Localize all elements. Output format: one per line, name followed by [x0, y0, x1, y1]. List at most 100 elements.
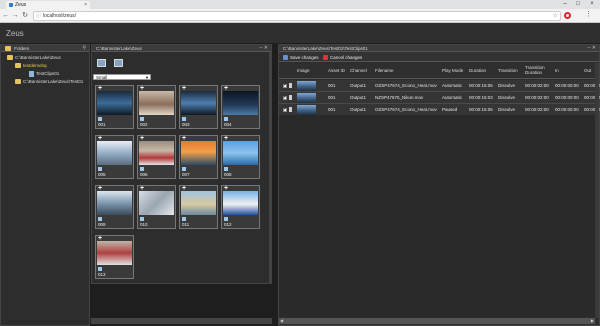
- thumbnail-size-select[interactable]: Small ▼: [93, 74, 151, 80]
- clip-card[interactable]: +005: [95, 135, 134, 179]
- row-thumbnail: [297, 81, 316, 91]
- clip-row[interactable]: 001 Output1 OZSP47674_Econo_Heat.mov Automa…: [279, 80, 600, 92]
- row-thumbnail: [297, 105, 316, 115]
- window-maximize-button[interactable]: □: [573, 0, 583, 9]
- library-horizontal-scrollbar[interactable]: [91, 318, 272, 324]
- cancel-icon: [323, 55, 328, 60]
- document-icon: [29, 70, 34, 77]
- row-checkbox[interactable]: [283, 82, 287, 88]
- tree-item-testclips01[interactable]: TestClips01: [29, 70, 59, 78]
- row-checkbox[interactable]: [283, 106, 287, 112]
- col-duration[interactable]: Duration: [469, 68, 486, 73]
- col-filename[interactable]: Filename: [375, 68, 394, 73]
- image-type-icon: [140, 117, 144, 121]
- clip-number: 013: [98, 272, 106, 277]
- col-play-mode[interactable]: Play Mode: [442, 68, 463, 73]
- pin-icon[interactable]: ⚲: [82, 45, 86, 52]
- clip-card[interactable]: +002: [137, 85, 176, 129]
- clip-card[interactable]: +010: [137, 185, 176, 229]
- cell-channel: Output1: [350, 95, 367, 100]
- delete-icon[interactable]: [289, 83, 292, 88]
- folder-icon: [15, 63, 21, 69]
- clip-card[interactable]: +007: [179, 135, 218, 179]
- scroll-left-icon[interactable]: ◀: [280, 318, 283, 324]
- cell-transition: Dissolve: [498, 95, 516, 100]
- library-scrollbar[interactable]: [269, 52, 272, 284]
- tree-item-zeus-root[interactable]: C:\BannisterLake\Zeus: [7, 54, 61, 62]
- clip-card[interactable]: +012: [221, 185, 260, 229]
- clip-card[interactable]: +003: [179, 85, 218, 129]
- row-checkbox[interactable]: [283, 94, 287, 100]
- window-minimize-button[interactable]: –: [560, 0, 570, 9]
- cell-mode: Automatic: [442, 95, 463, 100]
- clip-card[interactable]: +001: [95, 85, 134, 129]
- clip-panel-title: C:\BannisterLake\Zeus\Test01\TestClips01: [283, 46, 368, 51]
- clip-number: 007: [182, 172, 190, 177]
- image-type-icon: [224, 117, 228, 121]
- clip-horizontal-scrollbar[interactable]: ◀ ▶: [279, 318, 595, 324]
- list-view-icon[interactable]: [114, 59, 123, 67]
- col-image[interactable]: Image: [297, 68, 310, 73]
- clip-vertical-scrollbar[interactable]: [595, 63, 599, 318]
- app-header: [0, 23, 600, 43]
- image-type-icon: [140, 217, 144, 221]
- image-type-icon: [182, 117, 186, 121]
- clip-thumbnail: [139, 91, 174, 115]
- col-transition-duration[interactable]: Transition Duration: [525, 65, 545, 75]
- cell-tduration: 00:00:02:00: [525, 83, 549, 88]
- folders-panel-title: Folders: [14, 46, 30, 51]
- clip-card[interactable]: +004: [221, 85, 260, 129]
- delete-icon[interactable]: [289, 107, 292, 112]
- address-bar[interactable]: ⓘ localhost/zeus/ ☆: [33, 11, 561, 21]
- clip-number: 004: [224, 122, 232, 127]
- bookmark-star-icon[interactable]: ☆: [553, 12, 558, 20]
- url-text: localhost/zeus/: [43, 13, 77, 19]
- window-close-button[interactable]: ×: [587, 0, 597, 9]
- browser-menu-icon[interactable]: ⋮: [585, 10, 592, 20]
- clip-thumbnail: [181, 141, 216, 165]
- col-in[interactable]: In: [555, 68, 559, 73]
- clip-grid-empty-area: [279, 115, 595, 317]
- info-icon[interactable]: ⓘ: [36, 12, 41, 20]
- cancel-changes-button[interactable]: Cancel changes: [323, 54, 362, 61]
- tree-item-testdemohq[interactable]: testdemohq: [15, 62, 47, 70]
- cell-filename: OZSP47674_Econo_Heat.mov: [375, 83, 437, 88]
- clip-number: 012: [224, 222, 232, 227]
- image-type-icon: [224, 217, 228, 221]
- clip-number: 011: [182, 222, 190, 227]
- browser-tab[interactable]: Zeus ×: [6, 1, 90, 9]
- image-type-icon: [140, 167, 144, 171]
- back-icon[interactable]: ←: [2, 12, 10, 20]
- cell-transition: Dissolve: [498, 83, 516, 88]
- clip-number: 002: [140, 122, 148, 127]
- forward-icon[interactable]: →: [11, 12, 19, 20]
- clip-card[interactable]: +006: [137, 135, 176, 179]
- favicon-icon: [9, 3, 13, 7]
- clip-card[interactable]: +008: [221, 135, 260, 179]
- clip-card[interactable]: +013: [95, 235, 134, 279]
- reload-icon[interactable]: ↻: [21, 12, 29, 20]
- folder-icon: [5, 46, 11, 52]
- image-type-icon: [98, 117, 102, 121]
- col-asset-id[interactable]: Asset ID: [328, 68, 345, 73]
- panel-controls-icon[interactable]: – ✕: [588, 45, 596, 52]
- opera-extension-icon[interactable]: [564, 12, 571, 19]
- clip-thumbnail: [223, 191, 258, 215]
- clip-thumbnail: [97, 91, 132, 115]
- tree-item-test01[interactable]: C:\BannisterLake\Zeus\Test01: [15, 78, 83, 86]
- col-transition[interactable]: Transition: [498, 68, 518, 73]
- col-out[interactable]: Out: [584, 68, 591, 73]
- clip-number: 009: [98, 222, 106, 227]
- clip-card[interactable]: +011: [179, 185, 218, 229]
- col-channel[interactable]: Channel: [350, 68, 367, 73]
- clip-card[interactable]: +009: [95, 185, 134, 229]
- image-type-icon: [98, 167, 102, 171]
- delete-icon[interactable]: [289, 95, 292, 100]
- save-changes-button[interactable]: Save changes: [283, 54, 319, 61]
- clip-row[interactable]: 001 Output1 NZSP47675_Nikon.mov Automatic 00…: [279, 92, 600, 104]
- scroll-right-icon[interactable]: ▶: [591, 318, 594, 324]
- clip-number: 005: [98, 172, 106, 177]
- grid-view-icon[interactable]: [97, 59, 106, 67]
- tab-close-icon[interactable]: ×: [84, 1, 87, 9]
- panel-controls-icon[interactable]: – ✕: [260, 45, 268, 52]
